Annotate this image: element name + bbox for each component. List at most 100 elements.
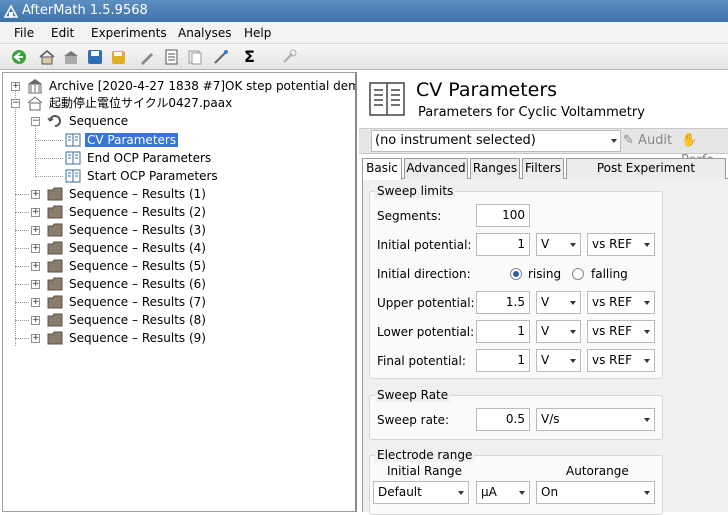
tool-icon[interactable] — [280, 48, 298, 66]
tree-item-results[interactable]: Sequence – Results (2) — [47, 203, 206, 221]
folder-icon — [47, 331, 63, 345]
chevron-down-icon — [644, 243, 650, 247]
expand-archive-toggle[interactable]: + — [11, 82, 20, 91]
upper-potential-ref-select[interactable]: vs REF — [587, 291, 655, 314]
autorange-select[interactable]: On — [536, 481, 655, 504]
parameters-book-icon — [65, 169, 81, 183]
chevron-down-icon — [458, 491, 464, 495]
tree-item-results[interactable]: Sequence – Results (9) — [47, 329, 206, 347]
house-icon — [27, 96, 43, 111]
toolbar: Σ — [0, 44, 728, 70]
save-as-icon[interactable] — [110, 48, 128, 66]
document-icon[interactable] — [162, 48, 180, 66]
folder-icon — [47, 223, 63, 237]
experiment-tree: + Archive [2020-4-27 1838 #7]OK step pot… — [2, 72, 357, 512]
expand-results-toggle[interactable]: + — [31, 280, 40, 289]
expand-results-toggle[interactable]: + — [31, 226, 40, 235]
tree-item-cv-parameters[interactable]: CV Parameters — [65, 131, 179, 149]
initial-potential-field[interactable]: 1 — [476, 233, 530, 256]
final-potential-field[interactable]: 1 — [476, 349, 530, 372]
expand-results-toggle[interactable]: + — [31, 208, 40, 217]
sweep-rate-unit-select[interactable]: V/s — [536, 408, 655, 431]
menu-bar: File Edit Experiments Analyses Help — [0, 22, 728, 44]
page-title: CV Parameters — [416, 79, 558, 101]
sum-icon[interactable]: Σ — [244, 48, 262, 66]
tree-item-start-ocp[interactable]: Start OCP Parameters — [65, 167, 218, 185]
perform-icon: ✋ — [681, 133, 698, 148]
chevron-down-icon — [570, 301, 576, 305]
upper-potential-unit-select[interactable]: V — [536, 291, 581, 314]
folder-icon — [47, 259, 63, 273]
tree-item-end-ocp[interactable]: End OCP Parameters — [65, 149, 211, 167]
tree-item-results[interactable]: Sequence – Results (1) — [47, 185, 206, 203]
chevron-down-icon — [644, 359, 650, 363]
final-potential-ref-select[interactable]: vs REF — [587, 349, 655, 372]
expand-results-toggle[interactable]: + — [31, 298, 40, 307]
menu-file[interactable]: File — [14, 26, 34, 40]
autorange-label: Autorange — [566, 464, 629, 478]
chevron-down-icon — [570, 359, 576, 363]
save-icon[interactable] — [86, 48, 104, 66]
wizard-icon[interactable] — [212, 48, 230, 66]
tab-basic[interactable]: Basic — [362, 158, 402, 180]
initial-potential-ref-select[interactable]: vs REF — [587, 233, 655, 256]
lower-potential-field[interactable]: 1 — [476, 320, 530, 343]
chevron-down-icon — [644, 491, 650, 495]
tree-item-results[interactable]: Sequence – Results (7) — [47, 293, 206, 311]
sweep-rate-field[interactable]: 0.5 — [476, 408, 530, 431]
tab-ranges[interactable]: Ranges — [470, 158, 520, 179]
lower-potential-ref-select[interactable]: vs REF — [587, 320, 655, 343]
falling-radio[interactable] — [572, 268, 584, 280]
folder-icon — [47, 205, 63, 219]
instrument-select[interactable]: (no instrument selected) — [371, 130, 621, 152]
menu-experiments[interactable]: Experiments — [91, 26, 167, 40]
range-unit-select[interactable]: μA — [476, 481, 530, 504]
tree-item-results[interactable]: Sequence – Results (5) — [47, 257, 206, 275]
copy-icon[interactable] — [186, 48, 204, 66]
audit-icon: ✎ — [623, 133, 634, 148]
chevron-down-icon — [644, 418, 650, 422]
electrode-range-title: Electrode range — [375, 448, 475, 462]
expand-results-toggle[interactable]: + — [31, 316, 40, 325]
tab-post-experiment-conditions[interactable]: Post Experiment Conditions — [566, 158, 726, 194]
parameters-panel: CV Parameters Parameters for Cyclic Volt… — [359, 72, 728, 515]
tab-advanced[interactable]: Advanced — [404, 158, 468, 179]
tree-item-results[interactable]: Sequence – Results (8) — [47, 311, 206, 329]
back-icon[interactable] — [10, 48, 28, 66]
upper-potential-field[interactable]: 1.5 — [476, 291, 530, 314]
initial-potential-unit-select[interactable]: V — [536, 233, 581, 256]
tree-item-results[interactable]: Sequence – Results (3) — [47, 221, 206, 239]
tree-item-file[interactable]: 起動停止電位サイクル0427.paax — [27, 94, 232, 112]
audit-button[interactable]: ✎ Audit — [623, 131, 672, 151]
lower-potential-unit-select[interactable]: V — [536, 320, 581, 343]
edit-icon[interactable] — [138, 48, 156, 66]
window-title: AfterMath 1.5.9568 — [22, 3, 148, 18]
menu-edit[interactable]: Edit — [51, 26, 74, 40]
expand-results-toggle[interactable]: + — [31, 244, 40, 253]
rising-radio[interactable] — [510, 268, 522, 280]
folder-icon — [47, 295, 63, 309]
folder-icon — [47, 277, 63, 291]
expand-results-toggle[interactable]: + — [31, 334, 40, 343]
final-potential-unit-select[interactable]: V — [536, 349, 581, 372]
upper-potential-label: Upper potential: — [377, 296, 475, 310]
title-bar: AfterMath 1.5.9568 — [0, 0, 728, 22]
tree-item-results[interactable]: Sequence – Results (4) — [47, 239, 206, 257]
archive-icon[interactable] — [62, 48, 80, 66]
collapse-sequence-toggle[interactable]: − — [31, 117, 40, 126]
chevron-down-icon — [644, 330, 650, 334]
segments-field[interactable]: 100 — [476, 204, 530, 227]
final-potential-label: Final potential: — [377, 354, 466, 368]
page-subtitle: Parameters for Cyclic Voltammetry — [418, 105, 645, 120]
home-icon[interactable] — [38, 48, 56, 66]
expand-results-toggle[interactable]: + — [31, 262, 40, 271]
menu-help[interactable]: Help — [244, 26, 271, 40]
tree-item-archive[interactable]: Archive [2020-4-27 1838 #7]OK step poten… — [27, 77, 355, 95]
expand-results-toggle[interactable]: + — [31, 190, 40, 199]
tree-item-results[interactable]: Sequence – Results (6) — [47, 275, 206, 293]
collapse-file-toggle[interactable]: − — [11, 99, 20, 108]
tree-item-sequence[interactable]: Sequence — [47, 112, 128, 130]
initial-range-select[interactable]: Default — [373, 481, 469, 504]
menu-analyses[interactable]: Analyses — [178, 26, 232, 40]
tab-filters[interactable]: Filters — [522, 158, 564, 179]
